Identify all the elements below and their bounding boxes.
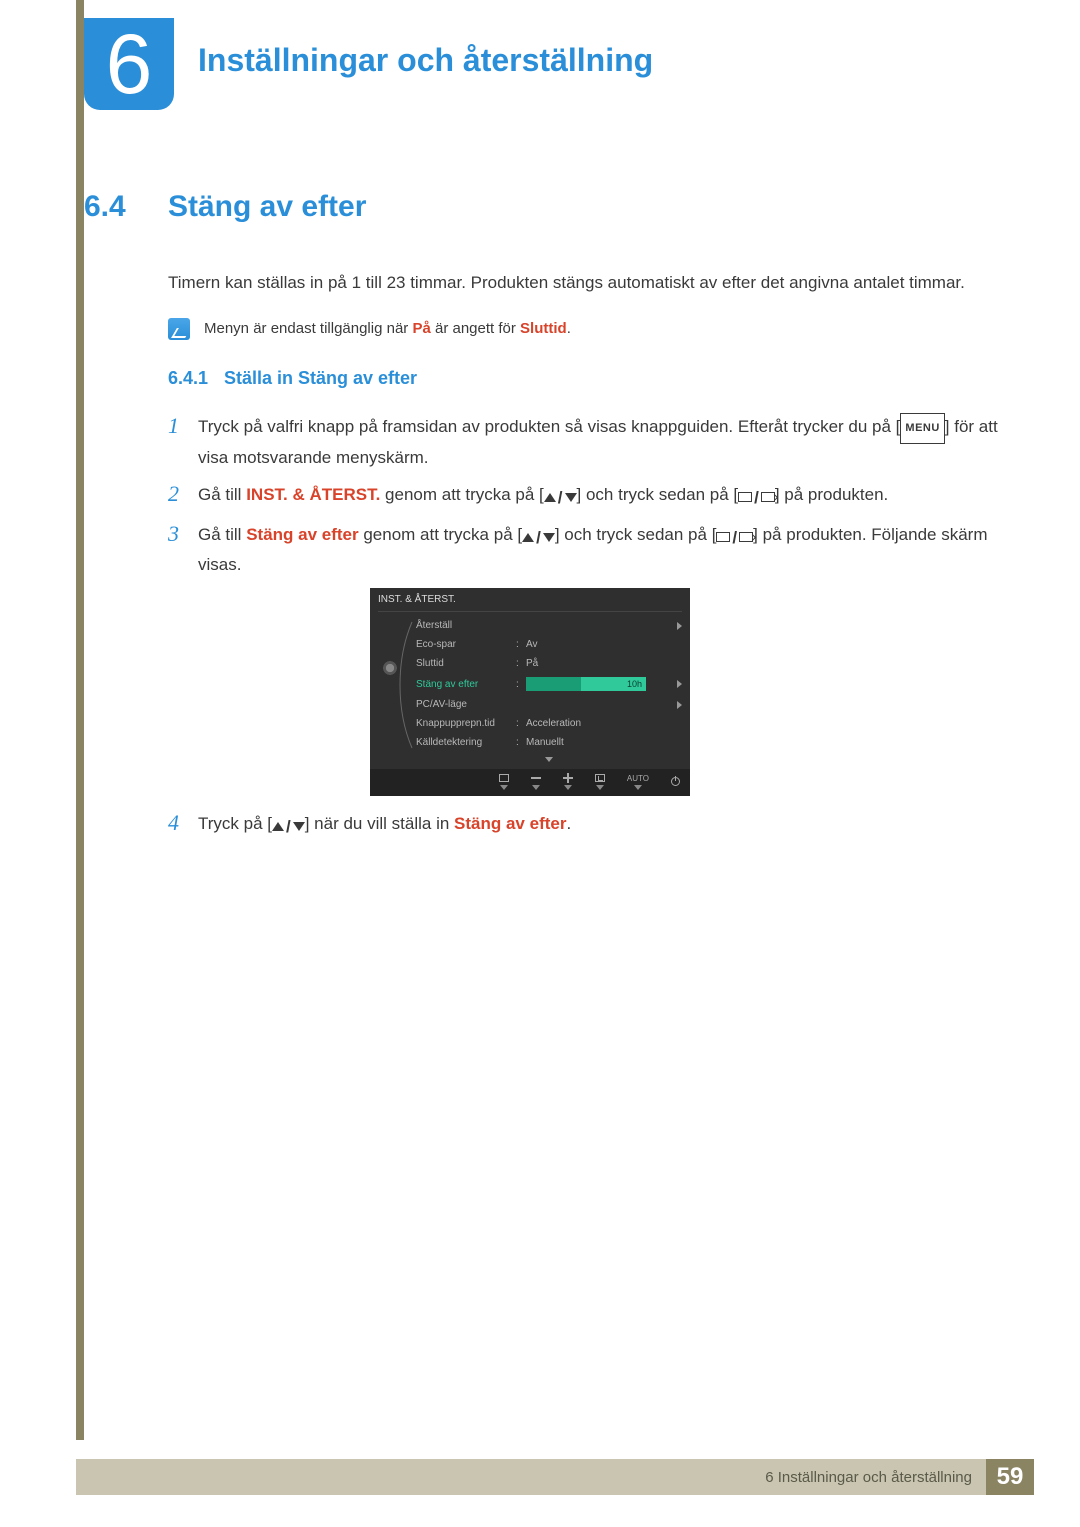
chevron-right-icon xyxy=(677,622,682,630)
step3-pre: Gå till xyxy=(198,525,246,544)
up-down-icon: / xyxy=(272,813,305,840)
osd-row: Sluttid:På xyxy=(416,654,682,673)
left-accent-bar xyxy=(76,0,84,1440)
osd-colon: : xyxy=(516,658,526,669)
footer-chapter-label: 6 Inställningar och återställning xyxy=(76,1459,986,1495)
osd-bottom-bar: AUTO xyxy=(370,769,690,796)
step3-mid2: ] och tryck sedan på [ xyxy=(555,525,717,544)
osd-row: Återställ xyxy=(416,616,682,635)
step-number: 2 xyxy=(168,481,198,511)
osd-colon: : xyxy=(516,679,526,690)
step4-highlight: Stäng av efter xyxy=(454,814,566,833)
step1-pre: Tryck på valfri knapp på framsidan av pr… xyxy=(198,417,900,436)
osd-item-label: Återställ xyxy=(416,620,516,631)
step-3: 3 Gå till Stäng av efter genom att tryck… xyxy=(168,521,1004,578)
subsection-title: Ställa in Stäng av efter xyxy=(224,368,417,389)
note-pre: Menyn är endast tillgänglig när xyxy=(204,320,412,337)
gear-icon xyxy=(382,660,398,676)
osd-button-minus xyxy=(531,773,541,790)
note-text: Menyn är endast tillgänglig när På är an… xyxy=(204,318,571,340)
note-mid: är angett för xyxy=(431,320,520,337)
section-intro: Timern kan ställas in på 1 till 23 timma… xyxy=(168,270,1004,296)
note-icon xyxy=(168,318,190,340)
note: Menyn är endast tillgänglig när På är an… xyxy=(168,318,1004,340)
up-down-icon: / xyxy=(522,524,555,551)
osd-item-value: Av xyxy=(526,639,682,650)
step2-pre: Gå till xyxy=(198,485,246,504)
note-highlight-1: På xyxy=(412,320,430,337)
osd-item-value: På xyxy=(526,658,682,669)
note-highlight-2: Sluttid xyxy=(520,320,567,337)
step3-highlight: Stäng av efter xyxy=(246,525,358,544)
source-enter-icon: / xyxy=(716,524,753,551)
osd-item-label: PC/AV-läge xyxy=(416,699,516,710)
osd-item-value: 10h xyxy=(526,677,670,691)
chevron-down-icon xyxy=(416,752,682,769)
osd-row: Källdetektering:Manuellt xyxy=(416,733,682,752)
osd-curve-decoration xyxy=(402,616,416,769)
step4-pre: Tryck på [ xyxy=(198,814,272,833)
page-footer: 6 Inställningar och återställning 59 xyxy=(76,1459,1034,1495)
osd-colon: : xyxy=(516,718,526,729)
step-number: 3 xyxy=(168,521,198,578)
step-1: 1 Tryck på valfri knapp på framsidan av … xyxy=(168,413,1004,471)
osd-screenshot: INST. & ÅTERST. ÅterställEco-spar:AvSlut… xyxy=(370,588,690,796)
section-title: Stäng av efter xyxy=(168,190,366,224)
note-post: . xyxy=(567,320,571,337)
step-2: 2 Gå till INST. & ÅTERST. genom att tryc… xyxy=(168,481,1004,511)
osd-item-label: Knappupprepn.tid xyxy=(416,718,516,729)
osd-row: Knappupprepn.tid:Acceleration xyxy=(416,714,682,733)
step-text: Gå till Stäng av efter genom att trycka … xyxy=(198,521,1004,578)
osd-button-back xyxy=(499,773,509,790)
chapter-title: Inställningar och återställning xyxy=(198,42,653,79)
osd-item-value: Manuellt xyxy=(526,737,682,748)
osd-row: Stäng av efter:10h xyxy=(416,673,682,695)
source-enter-icon: / xyxy=(738,484,775,511)
chevron-right-icon xyxy=(677,701,682,709)
osd-item-label: Eco-spar xyxy=(416,639,516,650)
step-text: Tryck på valfri knapp på framsidan av pr… xyxy=(198,413,1004,471)
chapter-number-tab: 6 xyxy=(84,18,174,110)
osd-button-auto: AUTO xyxy=(627,773,649,790)
section-heading: 6.4 Stäng av efter xyxy=(84,190,1004,224)
page-content: 6.4 Stäng av efter Timern kan ställas in… xyxy=(84,190,1004,850)
osd-item-label: Källdetektering xyxy=(416,737,516,748)
subsection-heading: 6.4.1 Ställa in Stäng av efter xyxy=(168,368,1004,389)
section-number: 6.4 xyxy=(84,190,168,224)
osd-button-plus xyxy=(563,773,573,790)
step2-mid2: ] och tryck sedan på [ xyxy=(577,485,739,504)
step-number: 4 xyxy=(168,810,198,840)
step2-post: ] på produkten. xyxy=(775,485,888,504)
up-down-icon: / xyxy=(544,484,577,511)
osd-button-power xyxy=(671,777,680,787)
osd-menu-list: ÅterställEco-spar:AvSluttid:PåStäng av e… xyxy=(416,616,682,769)
osd-item-label: Sluttid xyxy=(416,658,516,669)
step4-post: . xyxy=(566,814,571,833)
subsection-number: 6.4.1 xyxy=(168,368,224,389)
osd-item-value: Acceleration xyxy=(526,718,682,729)
menu-button-icon: MENU xyxy=(900,413,944,444)
osd-row: Eco-spar:Av xyxy=(416,635,682,654)
step3-mid: genom att trycka på [ xyxy=(359,525,522,544)
step4-mid: ] när du vill ställa in xyxy=(305,814,454,833)
chevron-right-icon xyxy=(677,680,682,688)
osd-row: PC/AV-läge xyxy=(416,695,682,714)
step-4: 4 Tryck på [/] när du vill ställa in Stä… xyxy=(168,810,1004,840)
osd-button-enter xyxy=(595,773,605,790)
step-text: Gå till INST. & ÅTERST. genom att trycka… xyxy=(198,481,888,511)
osd-colon: : xyxy=(516,639,526,650)
osd-item-label: Stäng av efter xyxy=(416,679,516,690)
osd-colon: : xyxy=(516,737,526,748)
step-number: 1 xyxy=(168,413,198,471)
step-text: Tryck på [/] när du vill ställa in Stäng… xyxy=(198,810,571,840)
osd-title: INST. & ÅTERST. xyxy=(378,594,682,612)
step2-highlight: INST. & ÅTERST. xyxy=(246,485,380,504)
step2-mid: genom att trycka på [ xyxy=(380,485,543,504)
footer-page-number: 59 xyxy=(986,1459,1034,1495)
